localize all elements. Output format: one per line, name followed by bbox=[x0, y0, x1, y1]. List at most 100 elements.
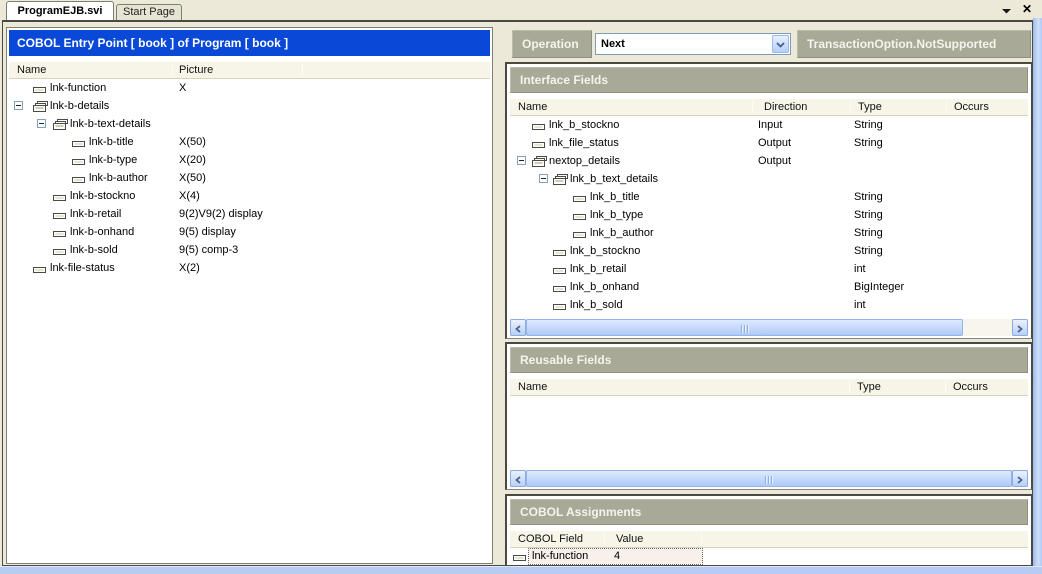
cobol-assignments-title: COBOL Assignments bbox=[510, 499, 1028, 525]
field-name: lnk_b_stockno bbox=[570, 242, 640, 260]
tree-collapse-minus-icon[interactable] bbox=[517, 156, 526, 165]
left-column-header: Name Picture bbox=[9, 62, 490, 79]
tree-row[interactable]: lnk_b_soldint bbox=[510, 296, 1028, 314]
tree-row[interactable]: lnk-b-sold9(5) comp-3 bbox=[9, 241, 490, 259]
tree-row[interactable]: nextop_detailsOutput bbox=[510, 152, 1028, 170]
scroll-right-icon[interactable] bbox=[1012, 319, 1028, 336]
field-name: lnk_b_stockno bbox=[549, 116, 619, 134]
tree-row[interactable]: lnk-b-author X(50) bbox=[9, 169, 490, 187]
assignment-row[interactable]: lnk-function 4 bbox=[510, 548, 1028, 566]
transaction-option-label: TransactionOption.NotSupported bbox=[797, 30, 1031, 58]
tree-row[interactable]: lnk-file-statusX(2) bbox=[9, 259, 490, 277]
tree-row[interactable]: lnk-b-onhand9(5) display bbox=[9, 223, 490, 241]
interface-fields-title: Interface Fields bbox=[510, 67, 1028, 93]
picture-cell: X(50) bbox=[179, 169, 206, 187]
column-header-name: Name bbox=[17, 62, 46, 78]
scrollbar-grip bbox=[741, 325, 750, 333]
tree-collapse-minus-icon[interactable] bbox=[37, 119, 46, 128]
column-divider[interactable] bbox=[172, 64, 173, 76]
scroll-left-icon[interactable] bbox=[510, 470, 526, 487]
scroll-left-icon[interactable] bbox=[510, 319, 526, 336]
tree-row[interactable]: lnk_b_authorString bbox=[510, 224, 1028, 242]
elementary-field-icon bbox=[53, 191, 69, 203]
picture-cell: X(4) bbox=[179, 187, 200, 205]
elementary-field-icon bbox=[532, 120, 548, 132]
close-icon[interactable]: ✕ bbox=[1020, 2, 1034, 16]
type-cell: String bbox=[854, 242, 883, 260]
tree-row[interactable]: lnk_b_stocknoInputString bbox=[510, 116, 1028, 134]
window-edge-right bbox=[1033, 18, 1042, 574]
scrollbar-track[interactable] bbox=[963, 319, 1012, 336]
elementary-field-icon bbox=[553, 264, 569, 276]
scrollbar-thumb[interactable] bbox=[526, 470, 1012, 487]
field-name: lnk-b-onhand bbox=[70, 223, 134, 241]
tree-row[interactable]: lnk_b_text_details bbox=[510, 170, 1028, 188]
tree-row[interactable]: lnk_b_titleString bbox=[510, 188, 1028, 206]
tree-row[interactable]: lnk-b-details bbox=[9, 97, 490, 115]
tree-row[interactable]: lnk-b-text-details bbox=[9, 115, 490, 133]
tab-start-page[interactable]: Start Page bbox=[116, 4, 182, 20]
tree-row[interactable]: lnk_file_statusOutputString bbox=[510, 134, 1028, 152]
window-edge-bottom bbox=[0, 566, 1042, 574]
field-name: lnk-b-retail bbox=[70, 205, 121, 223]
column-header-occurs: Occurs bbox=[954, 99, 989, 115]
field-name: lnk-function bbox=[50, 79, 106, 97]
cobol-field-name: lnk-function bbox=[532, 549, 588, 564]
field-name: lnk_b_title bbox=[590, 188, 640, 206]
tree-collapse-minus-icon[interactable] bbox=[14, 101, 23, 110]
cobol-entry-point-panel: COBOL Entry Point [ book ] of Program [ … bbox=[6, 27, 493, 564]
operation-label: Operation bbox=[512, 30, 592, 58]
field-name: lnk_file_status bbox=[549, 134, 619, 152]
elementary-field-icon bbox=[553, 282, 569, 294]
elementary-field-icon bbox=[553, 300, 569, 312]
field-name: lnk-b-type bbox=[89, 151, 137, 169]
field-name: lnk-b-author bbox=[89, 169, 148, 187]
tab-list-dropdown-icon[interactable] bbox=[1002, 5, 1014, 15]
chevron-down-icon[interactable] bbox=[772, 35, 789, 53]
picture-cell: X bbox=[179, 79, 186, 97]
column-divider[interactable] bbox=[302, 64, 303, 76]
tree-row[interactable]: lnk-b-stocknoX(4) bbox=[9, 187, 490, 205]
editor-content: COBOL Entry Point [ book ] of Program [ … bbox=[2, 20, 1033, 566]
column-divider[interactable] bbox=[701, 533, 702, 545]
tree-row[interactable]: lnk_b_retailint bbox=[510, 260, 1028, 278]
selected-assignment[interactable]: lnk-function 4 bbox=[528, 548, 703, 565]
tab-label: Start Page bbox=[123, 6, 175, 18]
column-header-direction: Direction bbox=[764, 99, 807, 115]
entry-point-tree: lnk-function Xlnk-b-detailslnk-b-text-det… bbox=[9, 79, 490, 277]
elementary-field-icon bbox=[72, 137, 88, 149]
tree-row[interactable]: lnk_b_onhandBigInteger bbox=[510, 278, 1028, 296]
assignment-value[interactable]: 4 bbox=[614, 549, 620, 564]
column-divider[interactable] bbox=[945, 381, 946, 393]
cobol-assignments-column-header: COBOL Field Value bbox=[510, 531, 1028, 548]
scrollbar-thumb[interactable] bbox=[526, 319, 963, 336]
column-divider[interactable] bbox=[946, 101, 947, 113]
scroll-right-icon[interactable] bbox=[1012, 470, 1028, 487]
tree-row[interactable]: lnk-b-type X(20) bbox=[9, 151, 490, 169]
column-divider[interactable] bbox=[604, 533, 605, 545]
tree-row[interactable]: lnk-function X bbox=[9, 79, 490, 97]
type-cell: String bbox=[854, 224, 883, 242]
column-divider[interactable] bbox=[849, 381, 850, 393]
tab-programejb[interactable]: ProgramEJB.svi bbox=[6, 1, 114, 20]
field-name: lnk_b_type bbox=[590, 206, 643, 224]
column-divider[interactable] bbox=[850, 101, 851, 113]
tree-row[interactable]: lnk-b-retail9(2)V9(2) display bbox=[9, 205, 490, 223]
horizontal-scrollbar bbox=[510, 470, 1028, 487]
tree-row[interactable]: lnk-b-titleX(50) bbox=[9, 133, 490, 151]
column-divider[interactable] bbox=[752, 101, 753, 113]
picture-cell: X(20) bbox=[179, 151, 206, 169]
picture-cell: X(50) bbox=[179, 133, 206, 151]
direction-cell: Output bbox=[758, 152, 791, 170]
elementary-field-icon bbox=[53, 245, 69, 257]
elementary-field-icon bbox=[72, 173, 88, 185]
reusable-fields-section: Reusable Fields Name Type Occurs bbox=[505, 342, 1032, 490]
tree-collapse-minus-icon[interactable] bbox=[539, 174, 548, 183]
column-header-value: Value bbox=[616, 531, 643, 547]
tree-row[interactable]: lnk_b_stockno String bbox=[510, 242, 1028, 260]
type-cell: String bbox=[854, 134, 883, 152]
group-field-icon bbox=[33, 101, 49, 113]
tree-row[interactable]: lnk_b_typeString bbox=[510, 206, 1028, 224]
operation-select[interactable]: Next bbox=[595, 33, 791, 55]
application-window: ProgramEJB.svi Start Page ✕ COBOL Entry … bbox=[0, 0, 1042, 574]
